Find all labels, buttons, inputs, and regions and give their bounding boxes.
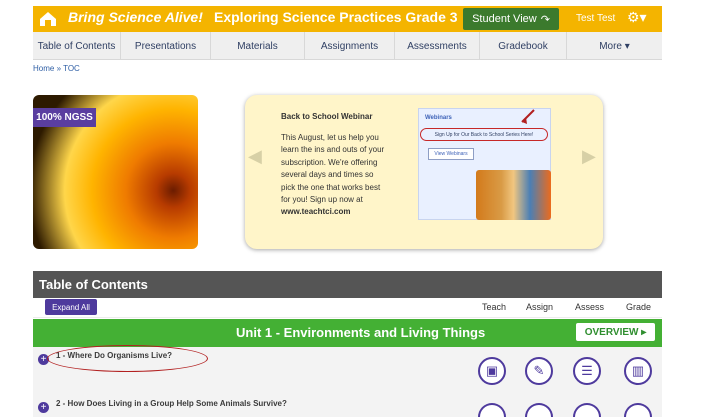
ngss-badge: 100% NGSS: [33, 108, 96, 127]
carousel-next-icon[interactable]: ▶: [582, 146, 596, 167]
view-webinars-button[interactable]: View Webinars: [428, 148, 474, 160]
list-icon[interactable]: ☰: [573, 357, 601, 385]
promo-body-text: This August, let us help you learn the i…: [281, 133, 385, 205]
page-frame: Bring Science Alive! Exploring Science P…: [0, 0, 707, 417]
webinar-label: Webinars: [425, 115, 452, 121]
nav-item-presentations[interactable]: Presentations: [121, 32, 211, 60]
nav-item-table-of-contents[interactable]: Table of Contents: [33, 32, 121, 60]
bar-chart-icon[interactable]: ▥: [624, 357, 652, 385]
home-icon[interactable]: [38, 10, 58, 28]
red-arrow-icon: [521, 109, 535, 124]
nav-item-gradebook[interactable]: Gradebook: [480, 32, 567, 60]
lesson-title[interactable]: 2 - How Does Living in a Group Help Some…: [56, 399, 287, 408]
student-view-label: Student View: [472, 13, 537, 25]
unit-title: Unit 1 - Environments and Living Things: [236, 325, 486, 340]
column-assess: Assess: [575, 302, 605, 312]
kids-photo: [476, 170, 551, 220]
student-view-button[interactable]: Student View ↷: [463, 8, 559, 30]
carousel-prev-icon[interactable]: ◀: [248, 146, 262, 167]
breadcrumb[interactable]: Home » TOC: [33, 64, 80, 73]
column-teach: Teach: [482, 302, 507, 312]
promo-body: This August, let us help you learn the i…: [281, 132, 386, 219]
nav-item-more[interactable]: More ▾: [567, 32, 662, 60]
nav-item-assessments[interactable]: Assessments: [395, 32, 480, 60]
column-grade: Grade: [626, 302, 652, 312]
expand-lesson-icon[interactable]: +: [38, 402, 49, 413]
nav-item-assignments[interactable]: Assignments: [305, 32, 395, 60]
presentation-icon[interactable]: ▣: [478, 357, 506, 385]
expand-all-button[interactable]: Expand All: [45, 299, 97, 315]
column-assign: Assign: [526, 302, 554, 312]
nav-item-materials[interactable]: Materials: [211, 32, 305, 60]
pencil-icon[interactable]: ✎: [525, 357, 553, 385]
course-title: Exploring Science Practices Grade 3: [214, 9, 458, 25]
gear-icon[interactable]: ⚙▾: [627, 9, 653, 29]
toc-title: Table of Contents: [33, 271, 662, 298]
overview-button[interactable]: OVERVIEW ▸: [576, 323, 655, 341]
user-name[interactable]: Test Test: [576, 13, 615, 24]
share-arrow-icon: ↷: [540, 13, 550, 26]
promo-url[interactable]: www.teachtci.com: [281, 207, 351, 216]
brand-title: Bring Science Alive!: [68, 9, 203, 25]
main-nav: Table of Contents Presentations Material…: [33, 32, 662, 60]
promo-title: Back to School Webinar: [281, 112, 373, 121]
red-highlight-oval: [47, 345, 208, 372]
toc-toolbar: [33, 298, 662, 318]
